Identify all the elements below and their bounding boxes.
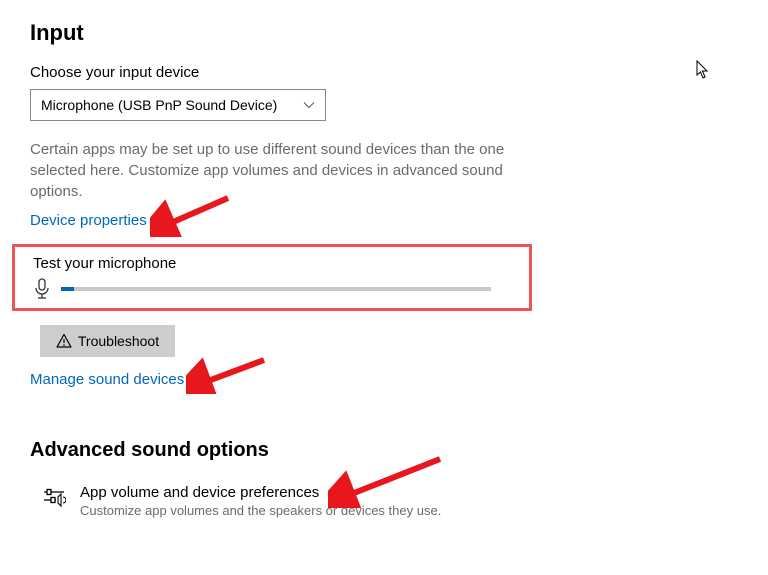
app-volume-preferences-link[interactable]: App volume and device preferences Custom… <box>42 484 738 518</box>
device-description: Certain apps may be set up to use differ… <box>30 139 510 202</box>
input-device-selected: Microphone (USB PnP Sound Device) <box>41 97 277 113</box>
troubleshoot-label: Troubleshoot <box>78 333 159 349</box>
input-device-dropdown[interactable]: Microphone (USB PnP Sound Device) <box>30 89 326 121</box>
microphone-icon <box>33 278 51 300</box>
microphone-level-fill <box>61 287 74 291</box>
troubleshoot-button[interactable]: Troubleshoot <box>40 325 175 357</box>
input-heading: Input <box>30 20 738 46</box>
advanced-heading: Advanced sound options <box>30 439 738 462</box>
chevron-down-icon <box>303 99 315 111</box>
manage-sound-devices-link[interactable]: Manage sound devices <box>30 371 184 388</box>
input-section: Input Choose your input device Microphon… <box>30 20 738 389</box>
warning-icon <box>56 333 72 349</box>
test-microphone-label: Test your microphone <box>33 255 511 272</box>
test-microphone-panel: Test your microphone <box>12 244 532 311</box>
sliders-icon <box>42 486 66 510</box>
choose-device-label: Choose your input device <box>30 64 738 81</box>
app-volume-title: App volume and device preferences <box>80 484 441 501</box>
cursor-icon <box>696 60 710 80</box>
device-properties-link[interactable]: Device properties <box>30 212 147 229</box>
microphone-level-bar <box>61 287 491 291</box>
advanced-section: Advanced sound options App volume and de… <box>30 439 738 518</box>
app-volume-subtitle: Customize app volumes and the speakers o… <box>80 503 441 518</box>
